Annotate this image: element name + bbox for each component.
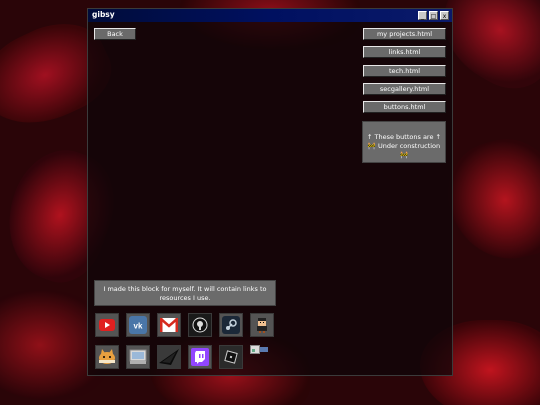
- construction-notice: ↑ These buttons are ↑ 🚧 Under constructi…: [362, 121, 446, 163]
- minimize-button[interactable]: _: [418, 11, 427, 20]
- shard-icon: [159, 349, 179, 365]
- twitch-link[interactable]: [188, 345, 212, 369]
- svg-text:vk: vk: [134, 322, 143, 331]
- drive-link[interactable]: [126, 345, 150, 369]
- close-button[interactable]: x: [440, 11, 449, 20]
- pixel-character-link[interactable]: [250, 313, 274, 337]
- vk-icon: vk: [129, 316, 147, 334]
- notice-line-2: 🚧 Under construction 🚧: [367, 142, 441, 159]
- window-title: gibsy: [92, 10, 115, 19]
- youtube-link[interactable]: [95, 313, 119, 337]
- github-icon: [192, 317, 208, 333]
- title-bar[interactable]: gibsy _ □ x: [88, 9, 452, 22]
- link-secgallery[interactable]: secgallery.html: [363, 83, 446, 95]
- link-links[interactable]: links.html: [363, 46, 446, 58]
- roblox-icon: [224, 350, 238, 364]
- link-tech[interactable]: tech.html: [363, 65, 446, 77]
- drive-icon: [129, 349, 147, 364]
- broken-image-link[interactable]: [250, 345, 274, 369]
- gmail-link[interactable]: [157, 313, 181, 337]
- twitch-icon: [191, 348, 209, 366]
- cat-sticker-icon: [99, 349, 115, 364]
- youtube-icon: [99, 319, 115, 331]
- resources-description: I made this block for myself. It will co…: [94, 280, 276, 306]
- steam-icon: [222, 316, 240, 334]
- link-my-projects[interactable]: my projects.html: [363, 28, 446, 40]
- pixel-character-icon: [257, 318, 267, 333]
- github-link[interactable]: [188, 313, 212, 337]
- maximize-button[interactable]: □: [429, 11, 438, 20]
- back-button[interactable]: Back: [94, 28, 136, 40]
- shard-link[interactable]: [157, 345, 181, 369]
- gmail-icon: [160, 318, 178, 332]
- steam-link[interactable]: [219, 313, 243, 337]
- main-window: gibsy _ □ x Back my projects.html links.…: [87, 8, 453, 376]
- broken-image-icon: [250, 345, 268, 354]
- roblox-link[interactable]: [219, 345, 243, 369]
- vk-link[interactable]: vk: [126, 313, 150, 337]
- notice-line-1: ↑ These buttons are ↑: [367, 133, 441, 141]
- link-buttons[interactable]: buttons.html: [363, 101, 446, 113]
- cat-sticker-link[interactable]: [95, 345, 119, 369]
